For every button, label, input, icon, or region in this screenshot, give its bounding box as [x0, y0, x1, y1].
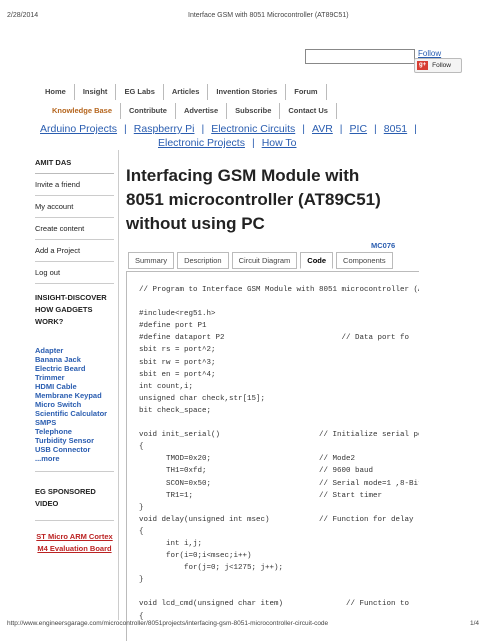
gadget-link[interactable]: Telephone — [35, 427, 114, 436]
article-code-id: MC076 — [371, 241, 396, 250]
code-line: #define dataport P2 // Data port fo — [139, 334, 410, 343]
code-line: void delay(unsigned int msec) // Functio… — [139, 515, 414, 524]
tab-item[interactable]: Components — [336, 252, 393, 269]
topic-link[interactable]: AVR — [312, 123, 333, 135]
gadget-link[interactable]: Banana Jack — [35, 355, 114, 364]
code-line: #include<reg51.h> — [139, 310, 216, 319]
nav-item[interactable]: Contribute — [121, 103, 176, 119]
nav-item[interactable]: Insight — [75, 84, 117, 100]
gadget-link[interactable]: Adapter — [35, 346, 114, 355]
nav-item[interactable]: Articles — [164, 84, 209, 100]
search-input[interactable] — [305, 49, 415, 64]
code-line: int i,j; — [139, 539, 203, 548]
footer-url: http://www.engineersgarage.com/microcont… — [7, 620, 329, 627]
gplus-icon: g+ — [417, 61, 429, 70]
article-tabs: Summary Description Circuit Diagram Code Com… — [128, 252, 396, 269]
gadget-link[interactable]: Turbidity Sensor — [35, 436, 114, 445]
sidebar: AMIT DAS Invite a friend My account Create… — [35, 152, 114, 555]
topic-link[interactable]: 8051 — [384, 123, 407, 135]
gadget-link[interactable]: Membrane Keypad — [35, 391, 114, 400]
code-line: TR1=1; // Start timer — [139, 491, 383, 500]
topic-link[interactable]: Raspberry Pi — [134, 123, 195, 135]
tab-item[interactable]: Description — [177, 252, 229, 269]
code-line: for(j=0; j<1275; j++); — [139, 564, 284, 573]
nav-item[interactable]: EG Labs — [116, 84, 164, 100]
code-line: bit check_space; — [139, 406, 212, 415]
gadget-link[interactable]: Micro Switch — [35, 400, 114, 409]
topic-link[interactable]: Arduino Projects — [40, 123, 117, 135]
nav-item[interactable]: Contact Us — [280, 103, 337, 119]
code-line: void init_serial() // Initialize serial … — [139, 431, 419, 440]
link-separator: | — [124, 123, 127, 135]
topic-links-row-1: Arduino Projects | Raspberry Pi | Electronic… — [40, 123, 460, 135]
gadget-link[interactable]: Electric Beard Trimmer — [35, 364, 114, 382]
topic-link[interactable]: Electronic Circuits — [211, 123, 295, 135]
secondary-nav: Knowledge Base Contribute Advertise Subscri… — [44, 103, 337, 119]
code-line: sbit en = port^4; — [139, 370, 216, 379]
code-line: unsigned char check,str[15]; — [139, 394, 266, 403]
sidebar-item[interactable]: Log out — [35, 262, 114, 284]
gadget-link[interactable]: SMPS — [35, 418, 114, 427]
gadget-link[interactable]: USB Connector — [35, 445, 114, 454]
tab-item[interactable]: Summary — [128, 252, 175, 269]
code-line: sbit rw = port^3; — [139, 358, 216, 367]
topic-link[interactable]: Electronic Projects — [158, 137, 245, 149]
tab-item[interactable]: Circuit Diagram — [231, 252, 298, 269]
print-date: 2/28/2014 — [7, 12, 39, 19]
code-line: sbit rs = port^2; — [139, 346, 216, 355]
code-line: } — [139, 503, 144, 512]
print-title: Interface GSM with 8051 Microcontroller … — [188, 12, 349, 19]
sidebar-divider — [118, 150, 119, 620]
code-line: SCON=0x50; // Serial mode=1 ,8-Bit — [139, 479, 419, 488]
code-line: TH1=0xfd; // 9600 baud — [139, 467, 374, 476]
link-separator: | — [302, 123, 305, 135]
link-separator: | — [339, 123, 343, 135]
gadget-link[interactable]: Scientific Calculator — [35, 409, 114, 418]
tab-item[interactable]: Code — [300, 252, 334, 269]
sidebar-username: AMIT DAS — [35, 152, 114, 174]
sponsored-video-link[interactable]: ST Micro ARM Cortex M4 Evaluation Board — [35, 531, 114, 555]
sidebar-item[interactable]: My account — [35, 196, 114, 218]
nav-item[interactable]: Home — [37, 84, 75, 100]
nav-item[interactable]: Subscribe — [227, 103, 281, 119]
code-line: } — [139, 576, 144, 585]
code-line: int count,i; — [139, 382, 194, 391]
code-line: for(i=0;i<msec;i++) — [139, 552, 252, 561]
code-line: // Program to Interface GSM Module with … — [139, 286, 419, 294]
code-block: // Program to Interface GSM Module with … — [127, 272, 419, 623]
code-line: { — [139, 443, 144, 452]
sidebar-item[interactable]: Add a Project — [35, 240, 114, 262]
gadget-link[interactable]: HDMI Cable — [35, 382, 114, 391]
sidebar-item[interactable]: Invite a friend — [35, 174, 114, 196]
code-line: #define port P1 — [139, 322, 207, 331]
link-separator: | — [374, 123, 377, 135]
footer-page: 1/4 — [470, 620, 480, 627]
link-separator: | — [251, 137, 255, 149]
main-nav: Home Insight EG Labs Articles Invention Stor… — [37, 84, 327, 100]
nav-item[interactable]: Knowledge Base — [44, 103, 122, 119]
code-line: { — [139, 527, 144, 536]
insight-heading: INSIGHT-DISCOVER HOW GADGETS WORK? — [35, 293, 107, 326]
topic-link[interactable]: How To — [262, 137, 297, 149]
code-line: void lcd_cmd(unsigned char item) // Func… — [139, 600, 410, 609]
sidebar-item[interactable]: Create content — [35, 218, 114, 240]
nav-item[interactable]: Invention Stories — [208, 84, 287, 100]
follow-link[interactable]: Follow — [418, 49, 441, 58]
article-title: Interfacing GSM Module with 8051 microco… — [126, 166, 381, 233]
topic-link[interactable]: PIC — [350, 123, 368, 135]
topic-links-row-2: Electronic Projects | How To — [158, 137, 297, 149]
gplus-follow-label: Follow — [432, 62, 451, 69]
code-line: TMOD=0x20; // Mode2 — [139, 455, 356, 464]
gplus-follow-button[interactable]: g+ Follow — [414, 58, 462, 73]
sponsored-heading: EG SPONSORED VIDEO — [35, 482, 114, 521]
link-separator: | — [414, 123, 417, 135]
nav-item[interactable]: Forum — [286, 84, 327, 100]
link-separator: | — [201, 123, 205, 135]
code-panel: // Program to Interface GSM Module with … — [126, 271, 419, 641]
gadget-link[interactable]: ...more — [35, 454, 114, 463]
nav-item[interactable]: Advertise — [176, 103, 228, 119]
